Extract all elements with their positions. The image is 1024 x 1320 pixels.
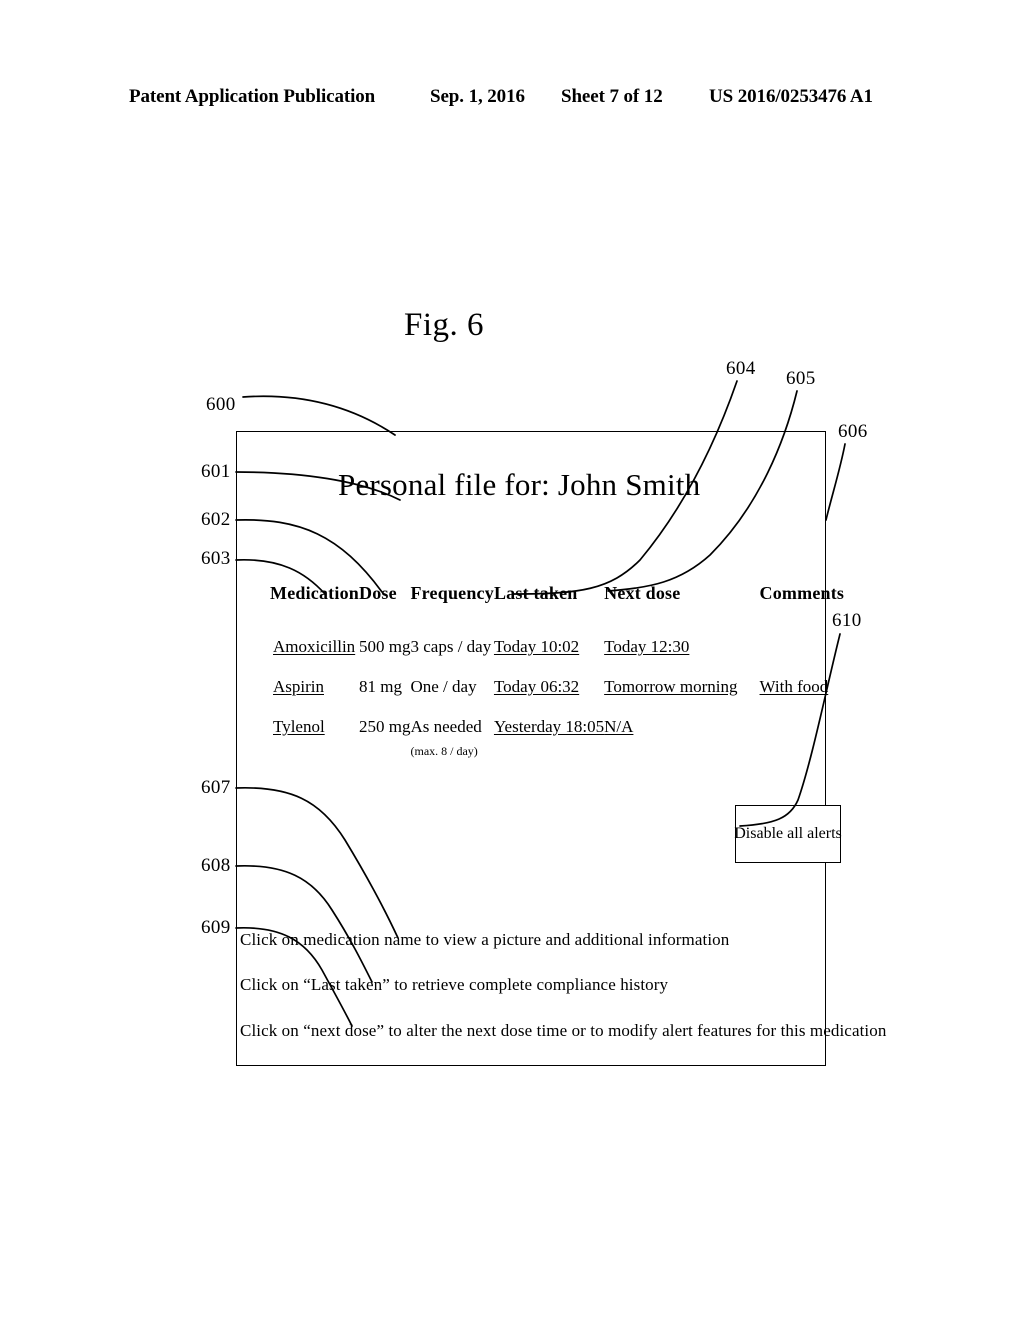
cell-medication: Tylenol (260, 717, 359, 779)
next-dose-link[interactable]: N/A (604, 717, 633, 736)
patent-number: US 2016/0253476 A1 (709, 86, 873, 107)
figure-caption: Fig. 6 (404, 307, 485, 343)
table-row: Amoxicillin 500 mg 3 caps / day Today 10… (260, 638, 844, 678)
reference-numeral-607: 607 (201, 777, 231, 798)
cell-last-taken: Yesterday 18:05 (494, 717, 604, 779)
cell-comments (738, 718, 845, 779)
patent-running-header: Patent Application Publication Sep. 1, 2… (0, 86, 1024, 116)
frequency-value: One / day (410, 676, 477, 696)
frequency-value: 3 caps / day (410, 637, 492, 656)
next-dose-link[interactable]: Tomorrow morning (604, 677, 737, 696)
cell-frequency: One / day (410, 676, 493, 718)
last-taken-link[interactable]: Today 06:32 (494, 677, 579, 696)
disable-all-alerts-button[interactable]: Disable all alerts (734, 805, 842, 863)
medication-name-link[interactable]: Tylenol (273, 717, 325, 736)
column-header-medication: Medication (270, 583, 359, 603)
cell-frequency: As needed (max. 8 / day) (410, 716, 493, 779)
reference-numeral-605: 605 (786, 368, 816, 389)
cell-dose: 500 mg (359, 637, 411, 656)
disable-all-alerts-label: Disable all alerts (734, 825, 842, 842)
instruction-last-taken: Click on “Last taken” to retrieve comple… (240, 975, 669, 994)
cell-last-taken: Today 06:32 (494, 677, 604, 718)
cell-next-dose: Tomorrow morning (604, 677, 737, 718)
cell-medication: Amoxicillin (260, 638, 359, 678)
cell-comments: With food (738, 676, 845, 718)
publication-label: Patent Application Publication (129, 86, 376, 107)
medication-name-link[interactable]: Aspirin (273, 677, 324, 696)
cell-dose: 81 mg (359, 676, 402, 696)
column-header-dose: Dose (359, 583, 397, 603)
reference-numeral-610: 610 (832, 610, 862, 631)
reference-numeral-604: 604 (726, 358, 756, 379)
comments-value: With food (759, 676, 829, 696)
cell-comments (738, 638, 845, 678)
sheet-number: Sheet 7 of 12 (561, 86, 663, 107)
cell-next-dose: Today 12:30 (604, 638, 737, 678)
leader-600 (242, 395, 396, 436)
cell-medication: Aspirin (260, 677, 359, 718)
table-row: Aspirin 81 mg One / day Today 06:32 Tomo… (260, 676, 845, 718)
reference-numeral-603: 603 (201, 548, 231, 569)
leader-606 (825, 443, 846, 521)
frequency-max-note: (max. 8 / day) (410, 743, 478, 758)
reference-numeral-608: 608 (201, 855, 231, 876)
frequency-value: As needed (410, 716, 482, 736)
column-header-next-dose: Next dose (604, 583, 681, 603)
reference-numeral-602: 602 (201, 509, 231, 530)
last-taken-link[interactable]: Today 10:02 (494, 637, 579, 656)
table-row: Tylenol 250 mg As needed (max. 8 / day) … (260, 716, 845, 779)
page-title: Personal file for: John Smith (338, 467, 701, 502)
cell-last-taken: Today 10:02 (494, 638, 604, 678)
instruction-next-dose: Click on “next dose” to alter the next d… (240, 1021, 887, 1040)
reference-numeral-601: 601 (201, 461, 231, 482)
medication-name-link[interactable]: Amoxicillin (273, 637, 355, 656)
publication-date: Sep. 1, 2016 (430, 86, 525, 107)
reference-numeral-609: 609 (201, 917, 231, 938)
column-header-comments: Comments (759, 583, 845, 603)
cell-next-dose: N/A (604, 717, 737, 779)
instruction-medication-name: Click on medication name to view a pictu… (240, 930, 730, 949)
last-taken-link[interactable]: Yesterday 18:05 (494, 717, 604, 736)
cell-frequency: 3 caps / day (410, 638, 493, 678)
medication-table: Medication Dose Frequency Last taken Nex… (260, 583, 844, 779)
column-header-last-taken: Last taken (493, 583, 578, 603)
table-header-row: Medication Dose Frequency Last taken Nex… (260, 583, 844, 638)
column-header-frequency: Frequency (410, 583, 494, 603)
reference-numeral-606: 606 (838, 421, 868, 442)
reference-numeral-600: 600 (206, 394, 236, 415)
cell-dose: 250 mg (359, 716, 411, 736)
next-dose-link[interactable]: Today 12:30 (604, 637, 689, 656)
